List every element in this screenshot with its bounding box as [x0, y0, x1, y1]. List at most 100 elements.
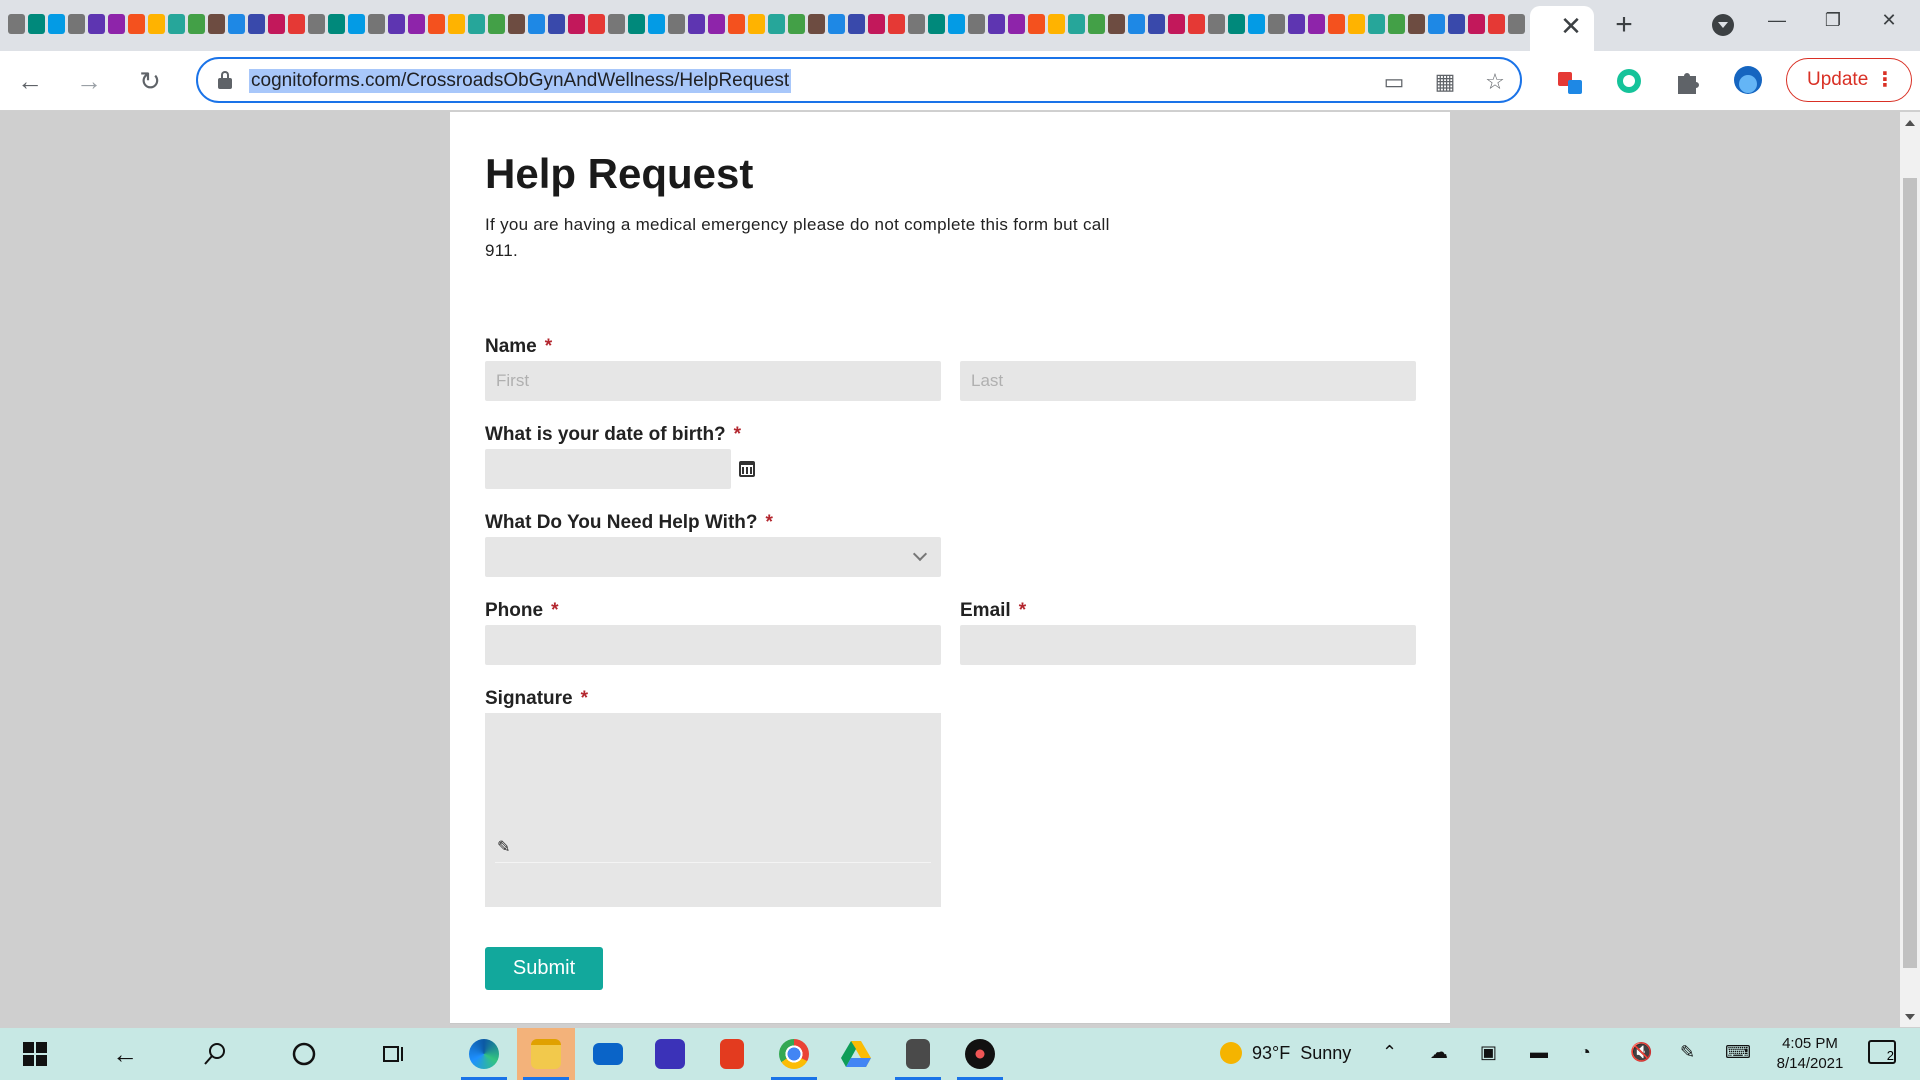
restore-button[interactable]: ❐	[1808, 4, 1858, 36]
cast-icon[interactable]: ▭	[1381, 69, 1407, 95]
tab-favicon-icon[interactable]	[1468, 14, 1485, 34]
tab-favicon-icon[interactable]	[768, 14, 785, 34]
tab-favicon-icon[interactable]	[1168, 14, 1185, 34]
tab-favicon-icon[interactable]	[428, 14, 445, 34]
more-menu-icon[interactable]: ⋮	[1875, 59, 1895, 101]
tab-favicon-icon[interactable]	[588, 14, 605, 34]
tab-favicon-icon[interactable]	[488, 14, 505, 34]
help-select[interactable]	[485, 537, 941, 577]
tab-favicon-icon[interactable]	[988, 14, 1005, 34]
keyboard-icon[interactable]: ⌨	[1725, 1042, 1751, 1063]
signature-pad[interactable]: ✎	[485, 713, 941, 907]
tab-favicon-icon[interactable]	[128, 14, 145, 34]
tab-favicon-icon[interactable]	[468, 14, 485, 34]
tab-favicon-icon[interactable]	[568, 14, 585, 34]
back-arrow-icon[interactable]: ←	[14, 65, 46, 97]
tab-favicon-icon[interactable]	[328, 14, 345, 34]
windows-start-icon[interactable]	[6, 1028, 64, 1080]
tab-favicon-icon[interactable]	[1408, 14, 1425, 34]
tab-favicon-icon[interactable]	[888, 14, 905, 34]
page-scrollbar[interactable]	[1900, 112, 1920, 1027]
tab-favicon-icon[interactable]	[348, 14, 365, 34]
task-view-icon[interactable]	[365, 1028, 423, 1080]
tab-favicon-icon[interactable]	[1028, 14, 1045, 34]
weather-widget[interactable]: 93°F Sunny	[1220, 1042, 1351, 1064]
chevron-down-icon[interactable]	[912, 546, 928, 562]
tab-favicon-icon[interactable]	[668, 14, 685, 34]
tab-favicon-icon[interactable]	[208, 14, 225, 34]
tab-favicon-icon[interactable]	[508, 14, 525, 34]
google-drive-icon[interactable]	[827, 1028, 885, 1080]
email-input[interactable]	[960, 625, 1416, 665]
calculator-icon[interactable]	[889, 1028, 947, 1080]
chrome-icon[interactable]	[765, 1028, 823, 1080]
forward-arrow-icon[interactable]: →	[73, 65, 105, 97]
media-player-icon[interactable]	[951, 1028, 1009, 1080]
tab-favicon-icon[interactable]	[168, 14, 185, 34]
grammarly-icon[interactable]	[1614, 66, 1648, 100]
tab-favicon-icon[interactable]	[1428, 14, 1445, 34]
tab-favicon-icon[interactable]	[848, 14, 865, 34]
tab-favicon-icon[interactable]	[1448, 14, 1465, 34]
tab-favicon-icon[interactable]	[48, 14, 65, 34]
system-clock[interactable]: 4:05 PM 8/14/2021	[1765, 1034, 1855, 1074]
tab-favicon-icon[interactable]	[268, 14, 285, 34]
extensions-puzzle-icon[interactable]	[1672, 66, 1706, 100]
phone-input[interactable]	[485, 625, 941, 665]
tab-favicon-icon[interactable]	[8, 14, 25, 34]
tab-favicon-icon[interactable]	[1128, 14, 1145, 34]
tab-favicon-icon[interactable]	[948, 14, 965, 34]
tab-favicon-icon[interactable]	[868, 14, 885, 34]
tab-favicon-icon[interactable]	[1228, 14, 1245, 34]
window-close-button[interactable]: ✕	[1864, 4, 1914, 36]
tab-favicon-icon[interactable]	[148, 14, 165, 34]
tab-favicon-icon[interactable]	[1488, 14, 1505, 34]
tab-favicon-icon[interactable]	[368, 14, 385, 34]
tab-favicon-icon[interactable]	[1328, 14, 1345, 34]
tab-favicon-icon[interactable]	[448, 14, 465, 34]
pen-icon[interactable]: ✎	[1680, 1042, 1695, 1063]
last-name-input[interactable]	[960, 361, 1416, 401]
powerapps-icon[interactable]	[641, 1028, 699, 1080]
url-text[interactable]: cognitoforms.com/CrossroadsObGynAndWelln…	[249, 69, 792, 93]
qr-code-icon[interactable]: ▦	[1432, 69, 1458, 95]
tab-favicon-icon[interactable]	[688, 14, 705, 34]
tab-favicon-icon[interactable]	[28, 14, 45, 34]
tab-favicon-icon[interactable]	[308, 14, 325, 34]
tab-favicon-icon[interactable]	[1348, 14, 1365, 34]
tab-favicon-icon[interactable]	[1508, 14, 1525, 34]
tab-favicon-icon[interactable]	[808, 14, 825, 34]
tab-favicon-icon[interactable]	[908, 14, 925, 34]
tab-search-icon[interactable]	[1712, 14, 1734, 36]
profile-avatar[interactable]	[1732, 64, 1766, 98]
tab-favicon-icon[interactable]	[648, 14, 665, 34]
tab-favicon-icon[interactable]	[68, 14, 85, 34]
scrollbar-thumb[interactable]	[1903, 178, 1917, 968]
tab-favicon-icon[interactable]	[1368, 14, 1385, 34]
tab-favicon-icon[interactable]	[1188, 14, 1205, 34]
extension-translate-icon[interactable]	[1556, 68, 1590, 102]
tab-favicon-icon[interactable]	[1148, 14, 1165, 34]
tab-close-icon[interactable]: ✕	[1555, 10, 1587, 42]
first-name-input[interactable]	[485, 361, 941, 401]
file-explorer-icon[interactable]	[517, 1028, 575, 1080]
volume-muted-icon[interactable]: 🔇	[1630, 1042, 1652, 1063]
tab-favicon-icon[interactable]	[1248, 14, 1265, 34]
update-button[interactable]: Update ⋮	[1786, 58, 1912, 102]
tab-favicon-icon[interactable]	[608, 14, 625, 34]
edge-browser-icon[interactable]	[455, 1028, 513, 1080]
tab-favicon-icon[interactable]	[1308, 14, 1325, 34]
cortana-icon[interactable]	[275, 1028, 333, 1080]
lock-icon[interactable]	[218, 71, 232, 89]
new-tab-button[interactable]: +	[1608, 10, 1640, 42]
tab-favicon-icon[interactable]	[1088, 14, 1105, 34]
tab-favicon-icon[interactable]	[388, 14, 405, 34]
tab-favicon-icon[interactable]	[708, 14, 725, 34]
mail-icon[interactable]	[579, 1028, 637, 1080]
notification-center-icon[interactable]: 2	[1868, 1040, 1896, 1064]
tab-favicon-icon[interactable]	[928, 14, 945, 34]
scroll-down-icon[interactable]	[1905, 1014, 1915, 1020]
tab-favicon-icon[interactable]	[248, 14, 265, 34]
calendar-icon[interactable]	[739, 461, 755, 477]
tab-favicon-icon[interactable]	[288, 14, 305, 34]
